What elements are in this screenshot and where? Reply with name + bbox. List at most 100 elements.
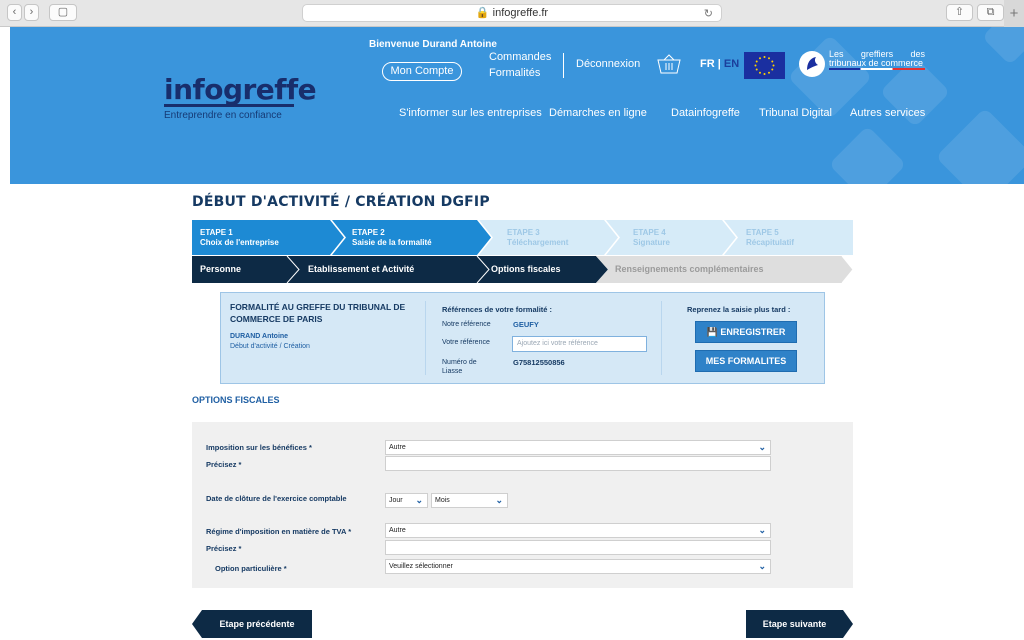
tva-label: Régime d'imposition en matière de TVA * [206, 527, 352, 536]
infogreffe-logo[interactable]: infogreffe Entreprendre en confiance [164, 73, 317, 121]
lang-separator: | [717, 58, 721, 70]
step-1[interactable]: ETAPE 1 Choix de l'entreprise [200, 220, 279, 255]
imposition-label: Imposition sur les bénéfices * [206, 443, 312, 452]
greffe-title: FORMALITÉ AU GREFFE DU TRIBUNAL DE COMME… [230, 302, 406, 324]
step-5-number: ETAPE 5 [746, 228, 779, 237]
step-progress: ETAPE 1 Choix de l'entreprise ETAPE 2 Sa… [192, 220, 853, 255]
chevron-down-icon: ⌄ [758, 442, 766, 452]
step-5-label: Récapitulatif [746, 238, 795, 247]
lang-fr[interactable]: FR [700, 58, 715, 70]
nav-tribunal-digital[interactable]: Tribunal Digital [759, 107, 832, 119]
substep-etablissement[interactable]: Etablissement et Activité [308, 256, 414, 283]
substep-renseignements: Renseignements complémentaires [615, 264, 764, 274]
commandes-line1: Commandes [489, 51, 552, 63]
precisez-2-label: Précisez * [206, 544, 242, 553]
logo-text: infogreffe [164, 73, 317, 106]
new-tab-button[interactable]: + [1004, 0, 1024, 27]
enregistrer-label: ENREGISTRER [720, 327, 786, 337]
header-divider [563, 53, 564, 78]
prev-step-button[interactable]: Etape précédente [202, 610, 312, 638]
logo-tagline: Entreprendre en confiance [164, 110, 282, 121]
chevron-down-icon: ⌄ [495, 495, 503, 505]
declarant-name: DURAND Antoine [230, 333, 289, 340]
chevron-down-icon: ⌄ [758, 525, 766, 535]
step-4-number: ETAPE 4 [633, 228, 666, 237]
eu-flag-icon [744, 52, 785, 79]
step-2-number: ETAPE 2 [352, 228, 385, 237]
nav-informer[interactable]: S'informer sur les entreprises [399, 107, 542, 119]
browser-toolbar: ‹ › ▢ 🔒 infogreffe.fr ↻ ⇧ ⧉ + [0, 0, 1024, 27]
tabs-overview-button[interactable]: ⧉ [977, 4, 1004, 21]
mes-formalites-button[interactable]: MES FORMALITES [695, 350, 797, 372]
refs-title: Références de votre formalité : [442, 305, 553, 314]
step-2[interactable]: ETAPE 2 Saisie de la formalité [352, 220, 432, 255]
address-url: infogreffe.fr [492, 7, 549, 19]
precisez-2-input[interactable] [385, 540, 771, 555]
reload-icon[interactable]: ↻ [704, 6, 713, 22]
welcome-text: Bienvenue Durand Antoine [369, 39, 497, 50]
greffiers-line2: tribunaux de commerce [829, 58, 925, 70]
deconnexion-link[interactable]: Déconnexion [576, 58, 640, 70]
imposition-select[interactable]: Autre ⌄ [385, 440, 771, 455]
save-icon: 💾 [706, 327, 718, 337]
enregistrer-button[interactable]: 💾 ENREGISTRER [695, 321, 797, 343]
chevron-down-icon: ⌄ [415, 495, 423, 505]
nav-autres-services[interactable]: Autres services [850, 107, 925, 119]
substep-personne[interactable]: Personne [200, 256, 241, 283]
commandes-line2: Formalités [489, 67, 541, 79]
basket-icon[interactable] [657, 54, 681, 74]
liasse-label: Numéro de Liasse [442, 358, 477, 376]
nav-datainfogreffe[interactable]: Datainfogreffe [671, 107, 740, 119]
info-divider-1 [425, 301, 426, 375]
step-3-number: ETAPE 3 [507, 228, 540, 237]
mon-compte-button[interactable]: Mon Compte [382, 62, 462, 81]
step-3: ETAPE 3 Téléchargement [507, 220, 568, 255]
tva-value: Autre [389, 527, 406, 534]
mois-value: Mois [435, 497, 450, 504]
step-1-label: Choix de l'entreprise [200, 238, 279, 247]
jour-value: Jour [389, 497, 403, 504]
share-button[interactable]: ⇧ [946, 4, 973, 21]
substep-progress: Personne Etablissement et Activité Optio… [192, 256, 853, 283]
language-switcher: FR | EN [700, 58, 739, 70]
option-select[interactable]: Veuillez sélectionner ⌄ [385, 559, 771, 574]
chevron-down-icon: ⌄ [758, 561, 766, 571]
mois-select[interactable]: Mois ⌄ [431, 493, 508, 508]
jour-select[interactable]: Jour ⌄ [385, 493, 428, 508]
lang-en[interactable]: EN [724, 58, 739, 70]
votre-ref-input[interactable]: Ajoutez ici votre référence [512, 336, 647, 352]
substep-options-fiscales[interactable]: Options fiscales [491, 256, 561, 283]
step-1-number: ETAPE 1 [200, 228, 233, 237]
option-label: Option particulière * [215, 564, 287, 573]
site-header: infogreffe Entreprendre en confiance Bie… [10, 27, 1024, 184]
back-button[interactable]: ‹ [7, 4, 22, 21]
step-5: ETAPE 5 Récapitulatif [746, 220, 794, 255]
step-2-label: Saisie de la formalité [352, 238, 432, 247]
liasse-value: G75812550856 [513, 358, 565, 367]
precisez-1-label: Précisez * [206, 460, 242, 469]
sidebar-toggle-button[interactable]: ▢ [49, 4, 77, 21]
reprenez-text: Reprenez la saisie plus tard : [687, 305, 791, 314]
commandes-formalites-link[interactable]: Commandes Formalités [489, 49, 551, 81]
step-3-label: Téléchargement [507, 238, 569, 247]
precisez-1-input[interactable] [385, 456, 771, 471]
next-step-button[interactable]: Etape suivante [746, 610, 843, 638]
formality-info-box: FORMALITÉ AU GREFFE DU TRIBUNAL DE COMME… [220, 292, 825, 384]
address-bar[interactable]: 🔒 infogreffe.fr ↻ [302, 4, 722, 22]
options-fiscales-form: Imposition sur les bénéfices * Autre ⌄ P… [192, 422, 853, 588]
section-title: OPTIONS FISCALES [192, 395, 280, 405]
option-value: Veuillez sélectionner [389, 563, 453, 570]
nav-demarches[interactable]: Démarches en ligne [549, 107, 647, 119]
imposition-value: Autre [389, 444, 406, 451]
info-divider-2 [661, 301, 662, 375]
step-4: ETAPE 4 Signature [633, 220, 670, 255]
greffiers-logo-icon [799, 51, 825, 77]
forward-button[interactable]: › [24, 4, 39, 21]
tva-select[interactable]: Autre ⌄ [385, 523, 771, 538]
notre-ref-value: GEUFY [513, 320, 539, 329]
liasse-label-line2: Liasse [442, 368, 463, 375]
cloture-label: Date de clôture de l'exercice comptable [206, 494, 347, 503]
notre-ref-label: Notre référence [442, 321, 491, 328]
lock-icon: 🔒 [475, 7, 490, 19]
formality-type: Début d'activité / Création [230, 343, 310, 350]
